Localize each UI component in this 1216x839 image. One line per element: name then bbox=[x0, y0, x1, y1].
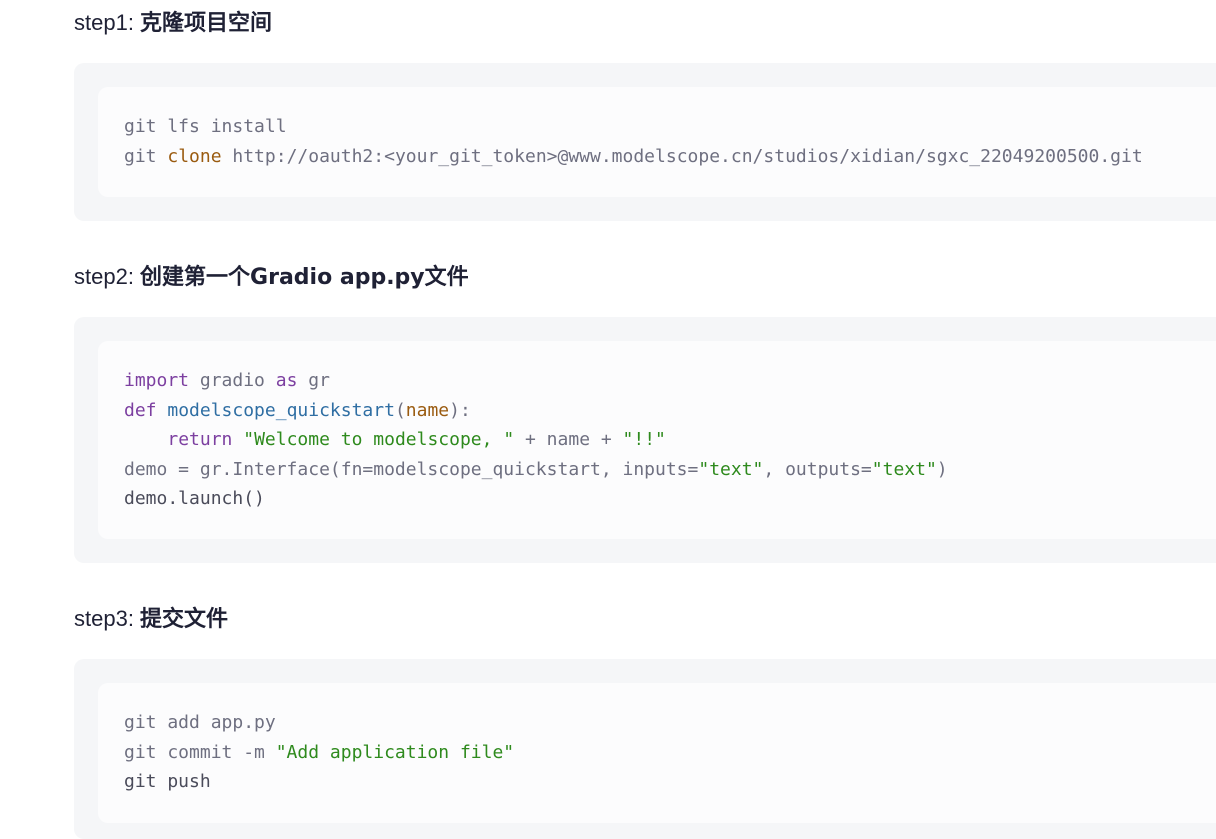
code-token: "Welcome to modelscope, " bbox=[243, 429, 515, 450]
code-token: def bbox=[124, 399, 157, 421]
code-token: gr bbox=[297, 370, 330, 391]
code-line: import gradio as gr bbox=[124, 366, 948, 396]
step1-heading: step1: 克隆项目空间 bbox=[74, 9, 272, 38]
code-token: "Add application file" bbox=[275, 741, 515, 763]
code-line: git add app.py bbox=[124, 708, 514, 738]
code-token: , outputs= bbox=[763, 458, 872, 480]
step3-title: 提交文件 bbox=[140, 607, 229, 632]
code-token: return bbox=[167, 429, 233, 450]
code-token: demo.launch() bbox=[124, 488, 265, 509]
code-token: ) bbox=[936, 458, 948, 480]
step2-code-block[interactable]: import gradio as gr def modelscope_quicks… bbox=[98, 341, 1216, 539]
code-token: git lfs install bbox=[124, 116, 287, 137]
code-token: "text" bbox=[698, 458, 764, 480]
code-line: git commit -m "Add application file" bbox=[124, 738, 514, 768]
code-token: name bbox=[405, 399, 450, 421]
code-token: git add app.py bbox=[124, 712, 276, 733]
code-line: demo = gr.Interface(fn=modelscope_quicks… bbox=[124, 455, 948, 485]
code-token: as bbox=[275, 370, 298, 391]
step2-title: 创建第一个Gradio app.py文件 bbox=[140, 265, 469, 290]
code-token: "text" bbox=[871, 458, 937, 480]
code-token: demo = gr.Interface(fn=modelscope_quicks… bbox=[124, 458, 699, 480]
step3-code-block[interactable]: git add app.py git commit -m "Add applica… bbox=[98, 683, 1216, 823]
code-line: git push bbox=[124, 767, 514, 797]
code-token: git push bbox=[124, 771, 211, 792]
code-token: "!!" bbox=[622, 429, 666, 450]
step2-code[interactable]: import gradio as gr def modelscope_quicks… bbox=[124, 366, 948, 514]
code-line: git clone http://oauth2:<your_git_token>… bbox=[124, 142, 1143, 172]
code-token: ): bbox=[449, 399, 471, 421]
code-line: demo.launch() bbox=[124, 484, 948, 514]
code-token: import bbox=[124, 370, 190, 391]
code-line: def modelscope_quickstart(name): bbox=[124, 396, 948, 426]
step2-heading: step2: 创建第一个Gradio app.py文件 bbox=[74, 263, 469, 292]
code-token: ( bbox=[394, 399, 406, 421]
code-line: return "Welcome to modelscope, " + name … bbox=[124, 425, 948, 455]
step1-prefix: step1: bbox=[74, 10, 141, 35]
step3-code-container: git add app.py git commit -m "Add applica… bbox=[74, 659, 1216, 839]
step1-title: 克隆项目空间 bbox=[140, 11, 273, 36]
code-token: git bbox=[124, 145, 168, 167]
code-token: + name + bbox=[514, 429, 623, 450]
code-token: clone bbox=[167, 145, 222, 167]
code-line: git lfs install bbox=[124, 112, 1143, 142]
code-token: modelscope_quickstart bbox=[167, 399, 395, 421]
step2-prefix: step2: bbox=[74, 264, 141, 289]
step1-code-block[interactable]: git lfs install git clone http://oauth2:<… bbox=[98, 87, 1216, 197]
step3-prefix: step3: bbox=[74, 606, 141, 631]
step3-heading: step3: 提交文件 bbox=[74, 605, 228, 634]
step1-code-container: git lfs install git clone http://oauth2:<… bbox=[74, 63, 1216, 221]
step2-code-container: import gradio as gr def modelscope_quicks… bbox=[74, 317, 1216, 563]
code-token: gradio bbox=[189, 370, 276, 391]
step3-code[interactable]: git add app.py git commit -m "Add applica… bbox=[124, 708, 514, 797]
step1-code[interactable]: git lfs install git clone http://oauth2:<… bbox=[124, 112, 1143, 171]
code-token: git commit -m bbox=[124, 741, 276, 763]
code-token: http://oauth2:<your_git_token>@www.model… bbox=[221, 145, 1143, 167]
